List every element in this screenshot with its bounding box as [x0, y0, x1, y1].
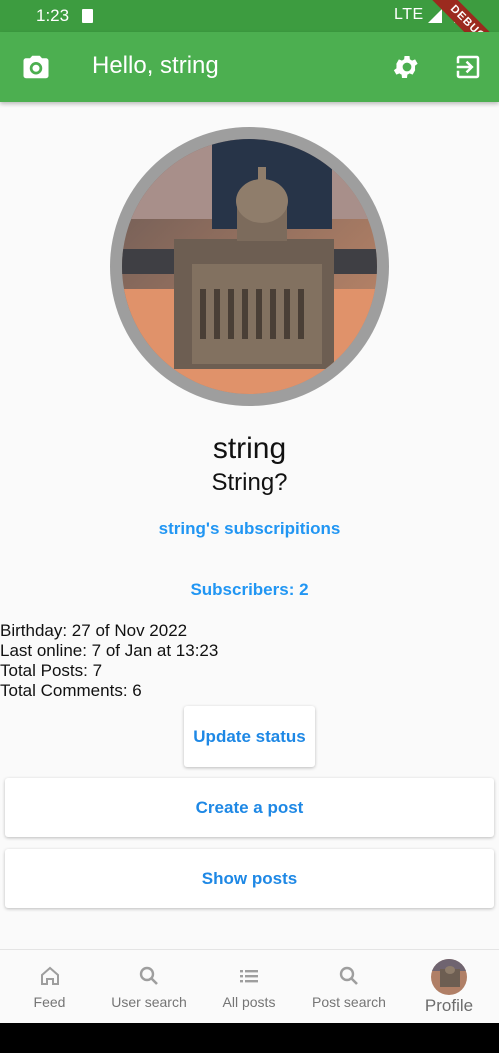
subscriptions-link[interactable]: string's subscripitions: [0, 519, 499, 539]
avatar[interactable]: [122, 139, 377, 394]
show-posts-button[interactable]: Show posts: [5, 849, 494, 908]
logout-icon[interactable]: [453, 52, 483, 82]
create-post-button[interactable]: Create a post: [5, 778, 494, 837]
status-bar: 1:23 LTE: [0, 0, 499, 32]
network-type: LTE: [394, 6, 424, 23]
list-icon: [237, 964, 261, 988]
update-status-button[interactable]: Update status: [184, 706, 315, 767]
nav-label-all-posts: All posts: [222, 994, 276, 1010]
signal-icon: [428, 9, 442, 23]
nav-item-user-search[interactable]: User search: [99, 950, 199, 1024]
home-icon: [38, 964, 62, 988]
app-bar: Hello, string: [0, 32, 499, 102]
sd-card-icon: [82, 9, 93, 23]
bottom-nav: Feed User search All posts Post search P…: [0, 949, 499, 1024]
nav-label-user-search: User search: [111, 994, 187, 1010]
nav-label-profile: Profile: [424, 996, 474, 1015]
nav-label-feed: Feed: [33, 994, 66, 1010]
gesture-bar: [0, 1023, 499, 1053]
search-icon: [137, 964, 161, 988]
screen: 1:23 LTE DEBUG Hello, string string Stri…: [0, 0, 499, 1053]
page-title: Hello, string: [92, 52, 219, 79]
profile-name: string: [212, 432, 287, 465]
subscribers-link[interactable]: Subscribers: 2: [0, 580, 499, 600]
nav-label-post-search: Post search: [312, 994, 386, 1010]
nav-item-all-posts[interactable]: All posts: [199, 950, 299, 1024]
nav-item-feed[interactable]: Feed: [0, 950, 99, 1024]
profile-status: String?: [211, 469, 288, 496]
nav-item-post-search[interactable]: Post search: [299, 950, 399, 1024]
search-icon: [337, 964, 361, 988]
birthday-text: Birthday: 27 of Nov 2022: [0, 621, 188, 640]
status-time: 1:23: [36, 6, 70, 25]
total-comments-text: Total Comments: 6: [0, 681, 142, 700]
last-online-text: Last online: 7 of Jan at 13:23: [0, 641, 219, 660]
avatar-ring: [110, 127, 389, 406]
camera-icon[interactable]: [21, 52, 51, 82]
gear-icon[interactable]: [392, 52, 422, 82]
profile-info: Birthday: 27 of Nov 2022 Last online: 7 …: [0, 621, 218, 701]
nav-item-profile[interactable]: Profile: [399, 950, 499, 1024]
avatar: [431, 959, 467, 995]
total-posts-text: Total Posts: 7: [0, 661, 103, 680]
